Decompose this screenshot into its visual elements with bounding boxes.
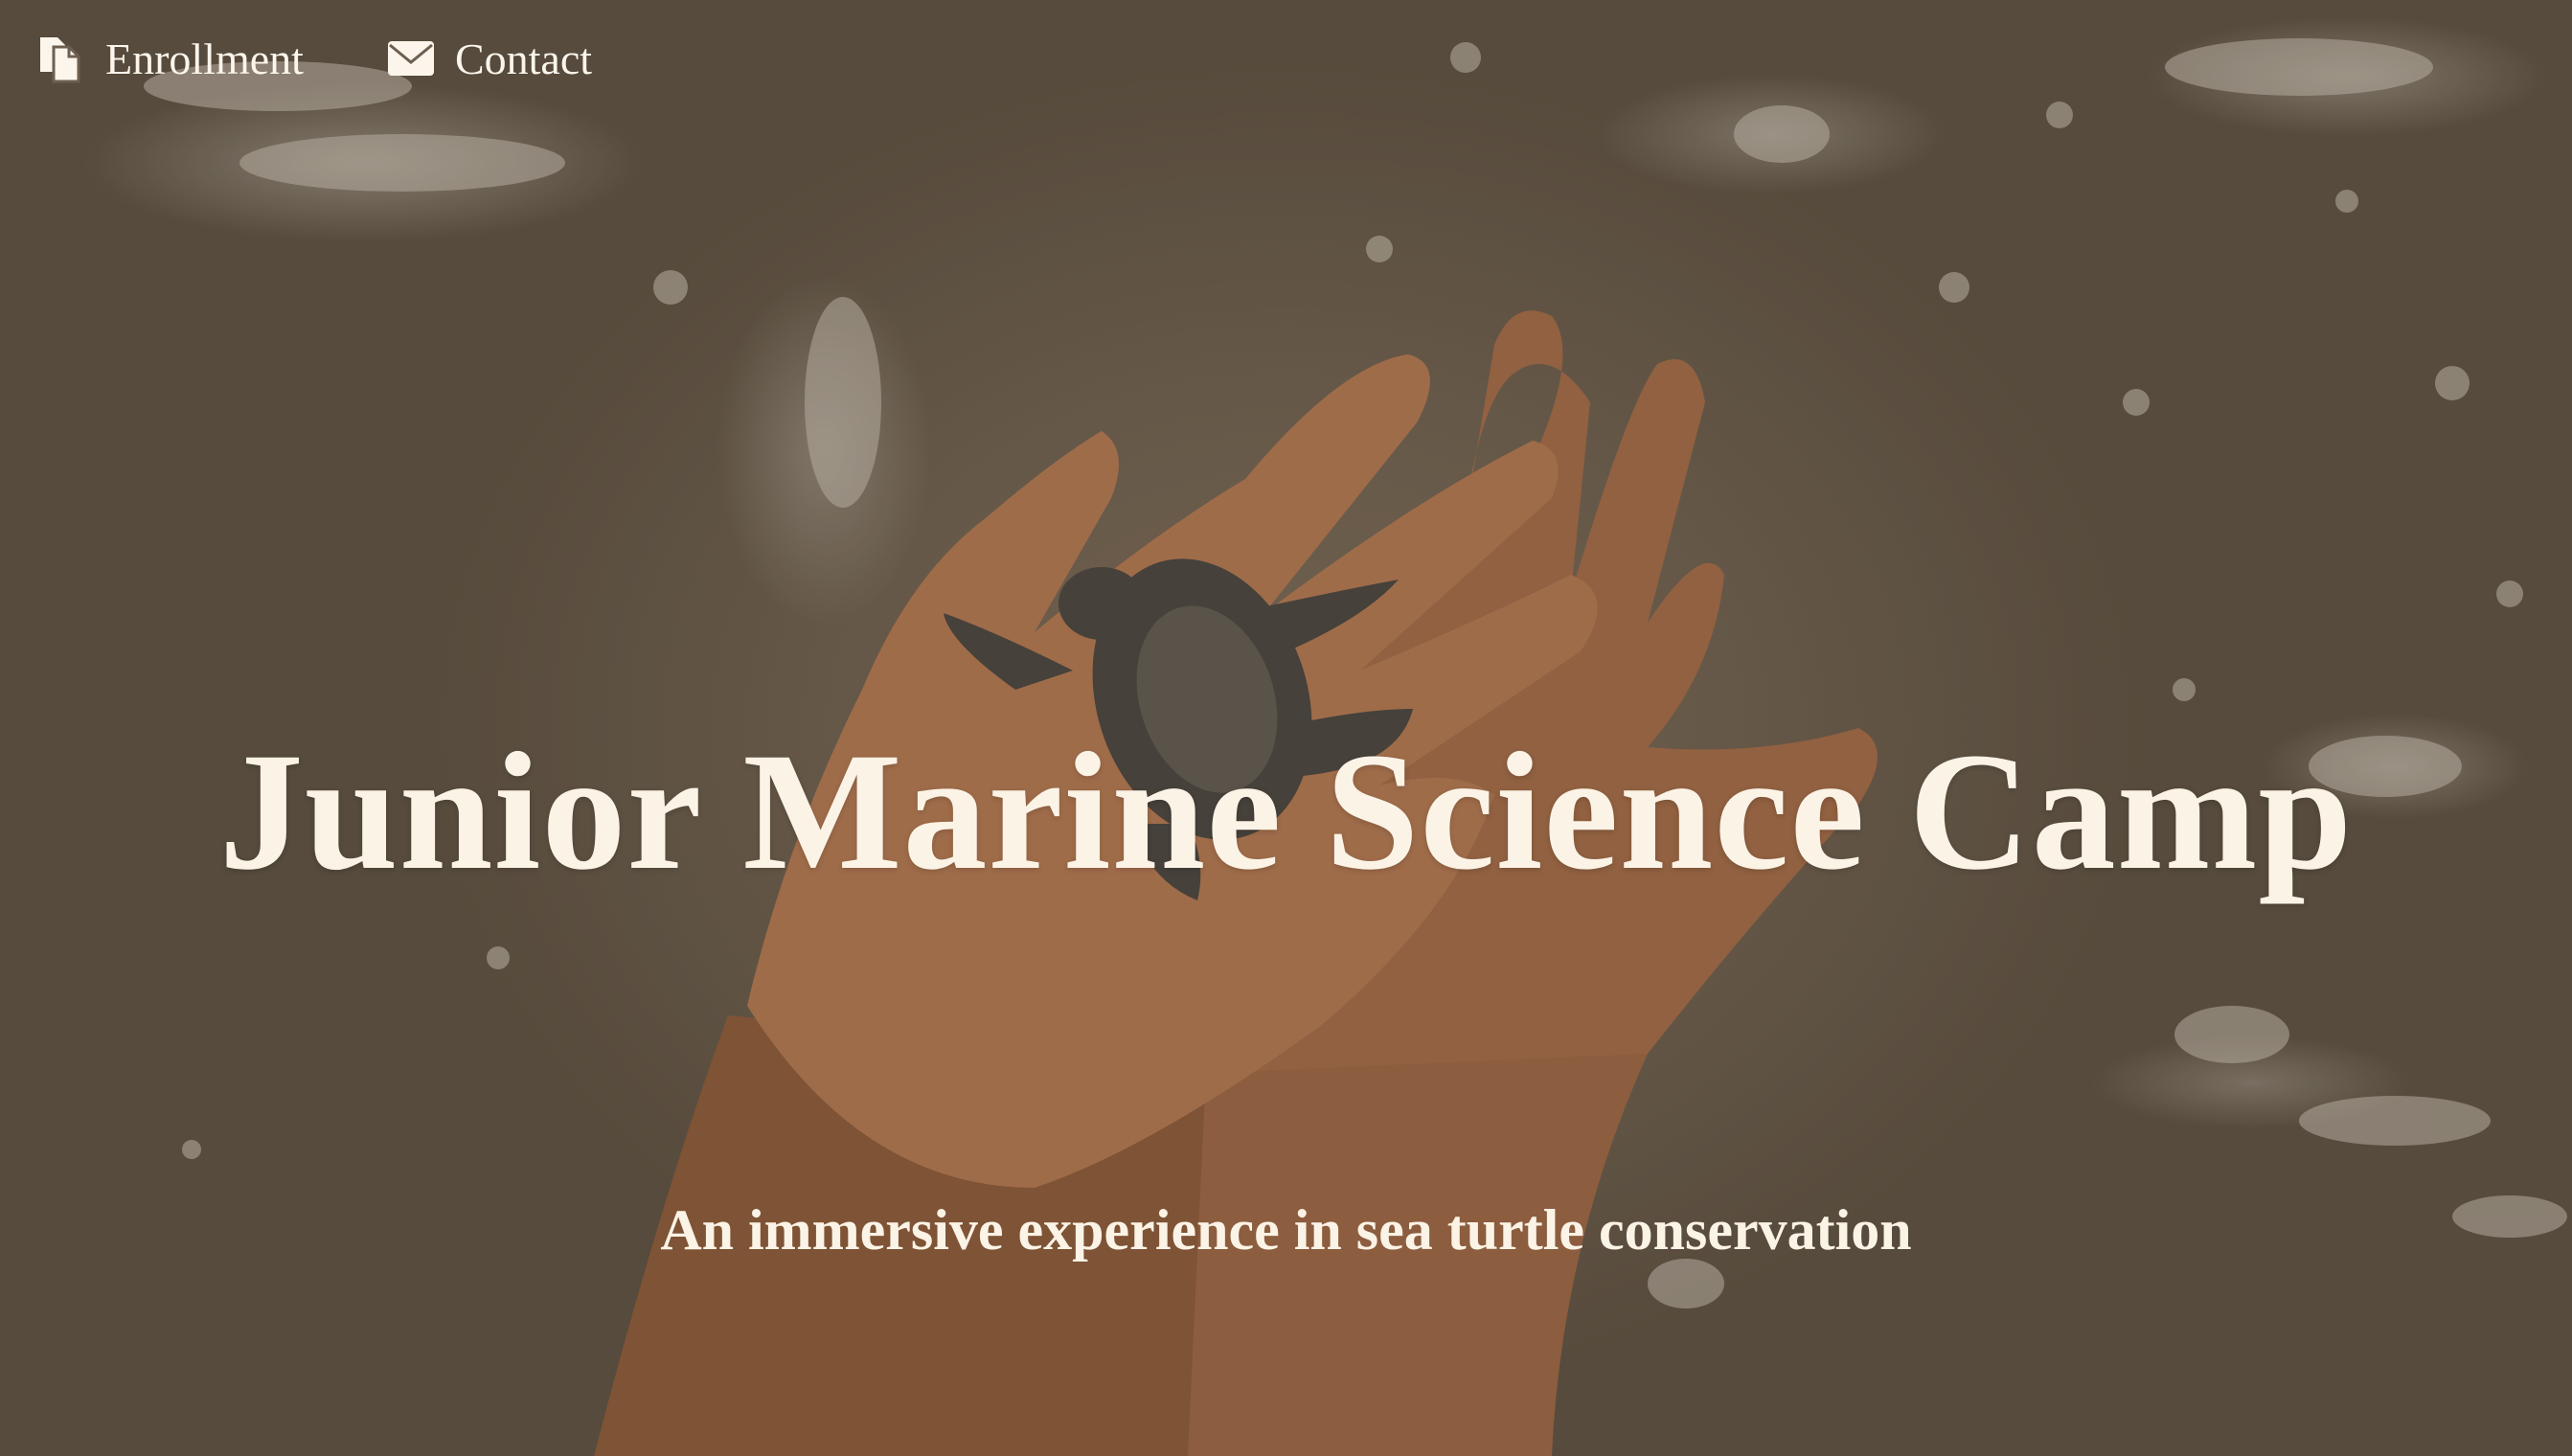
hero-section: Enrollment Contact Junior Marine Science…: [0, 0, 2572, 1456]
nav-contact-link[interactable]: Contact: [386, 27, 592, 90]
documents-icon: [36, 34, 86, 83]
nav-enrollment-label: Enrollment: [105, 34, 304, 83]
nav-enrollment-link[interactable]: Enrollment: [36, 27, 304, 90]
page-subtitle: An immersive experience in sea turtle co…: [660, 1198, 1912, 1262]
top-navigation: Enrollment Contact: [36, 27, 592, 90]
nav-contact-label: Contact: [454, 34, 593, 83]
page-title: Junior Marine Science Camp: [218, 718, 2354, 905]
envelope-icon: [386, 34, 436, 83]
